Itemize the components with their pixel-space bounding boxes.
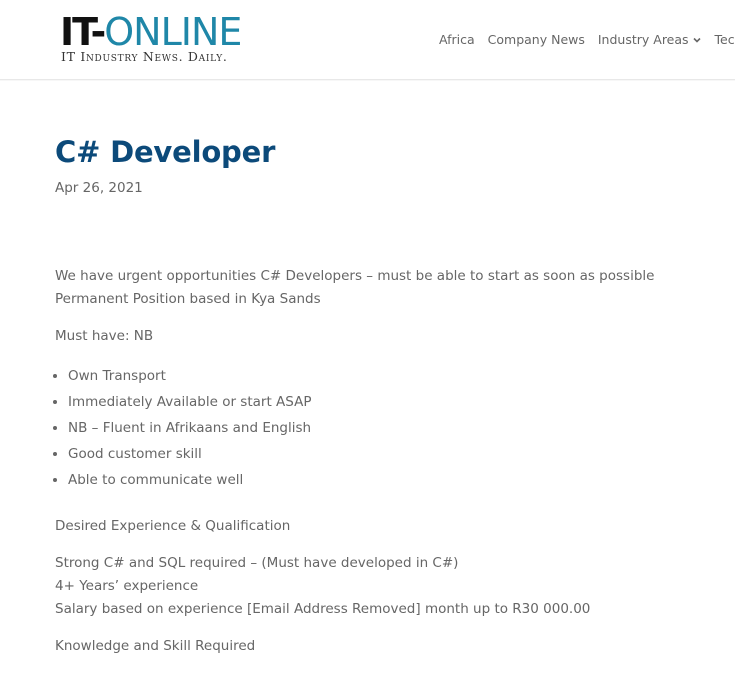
nav-item-label: Tech <box>714 32 735 47</box>
nav-item-africa[interactable]: Africa <box>439 31 475 49</box>
nav-item-company-news[interactable]: Company News <box>488 31 585 49</box>
list-item: Able to communicate well <box>68 467 311 493</box>
post-title: C# Developer <box>55 135 276 169</box>
list-item: NB – Fluent in Afrikaans and English <box>68 415 311 441</box>
knowledge-heading: Knowledge and Skill Required <box>55 638 256 654</box>
post-date: Apr 26, 2021 <box>55 180 143 196</box>
logo-wordmark: IT-ONLINE <box>60 10 242 54</box>
list-item: Own Transport <box>68 363 311 389</box>
desired-line: 4+ Years’ experience <box>55 578 199 594</box>
desired-details: Strong C# and SQL required – (Must have … <box>55 552 590 621</box>
nav-item-label: Africa <box>439 32 475 47</box>
intro-line: We have urgent opportunities C# Develope… <box>55 268 655 284</box>
logo-it-text: IT- <box>60 10 106 54</box>
must-have-text: Must have: NB <box>55 328 154 344</box>
logo-tagline: IT Industry News. Daily. <box>61 49 228 64</box>
nav-item-industry-areas[interactable]: Industry Areas <box>598 31 702 49</box>
desired-heading: Desired Experience & Qualification <box>55 518 291 534</box>
site-header: IT-ONLINE IT Industry News. Daily. Afric… <box>0 0 735 80</box>
nav-item-label: Company News <box>487 32 585 47</box>
intro-line: Permanent Position based in Kya Sands <box>55 291 321 307</box>
chevron-down-icon <box>692 37 701 43</box>
nav-item-tech[interactable]: Tech <box>715 31 735 49</box>
logo-online-text: ONLINE <box>104 10 242 54</box>
main-nav: Africa Company News Industry Areas Tech <box>439 31 735 49</box>
post-content: C# Developer Apr 26, 2021 We have urgent… <box>55 132 695 654</box>
desired-line: Salary based on experience [Email Addres… <box>55 601 591 617</box>
nav-item-label: Industry Areas <box>597 32 689 47</box>
desired-line: Strong C# and SQL required – (Must have … <box>55 555 459 571</box>
site-logo[interactable]: IT-ONLINE IT Industry News. Daily. <box>60 12 260 68</box>
requirements-list: Own Transport Immediately Available or s… <box>55 363 311 493</box>
list-item: Good customer skill <box>68 441 311 467</box>
post-intro: We have urgent opportunities C# Develope… <box>55 265 654 311</box>
list-item: Immediately Available or start ASAP <box>68 389 311 415</box>
